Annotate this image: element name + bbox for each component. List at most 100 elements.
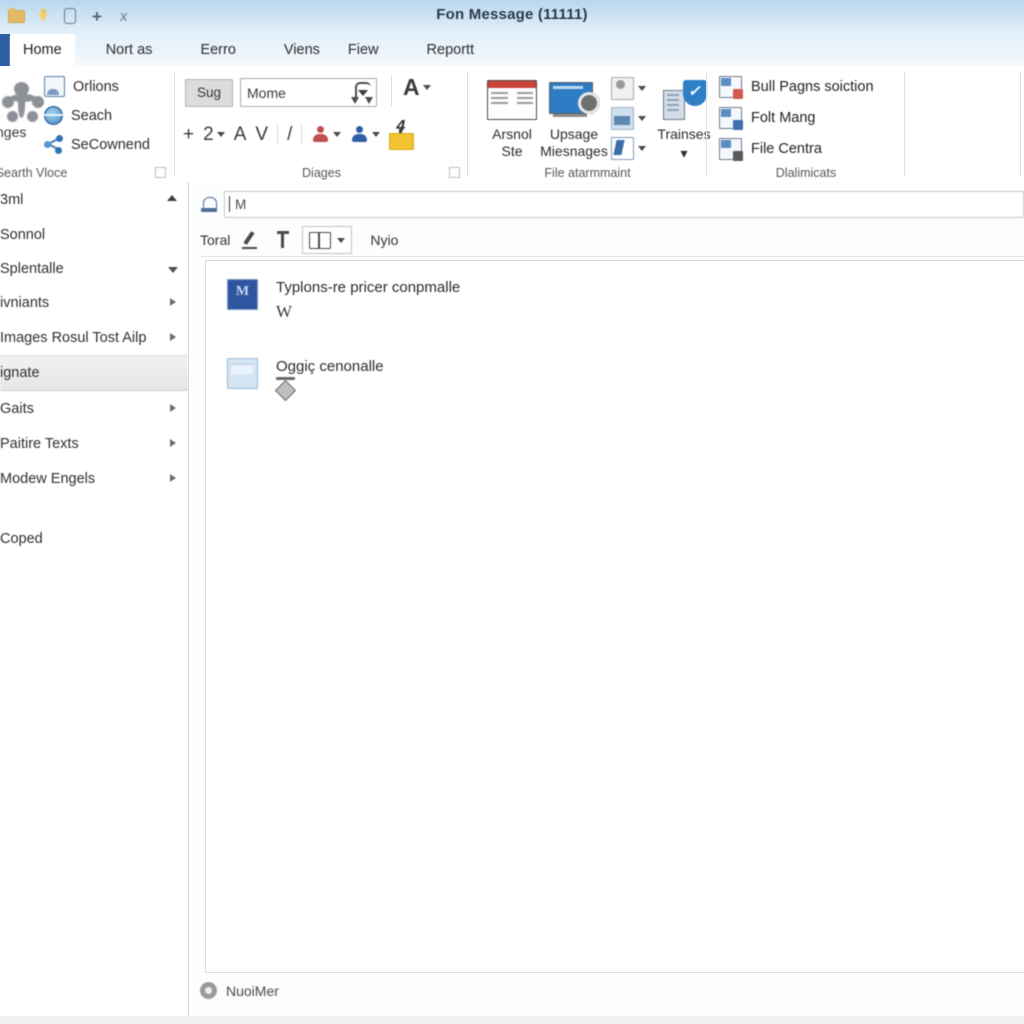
image-icon xyxy=(44,76,65,97)
letter-v-tool[interactable]: V xyxy=(255,125,268,144)
ribbon-item-label: Orlions xyxy=(73,78,119,95)
ribbon-item-secownend[interactable]: SeCownend xyxy=(44,132,150,157)
chevron-down-icon xyxy=(638,85,646,91)
tab-nort-as[interactable]: Nort as xyxy=(93,34,166,66)
ribbon-group-separator xyxy=(1020,72,1021,176)
chevron-right-icon[interactable] xyxy=(170,439,176,447)
sidebar-item-ignate[interactable]: ignate xyxy=(0,355,188,391)
chevron-right-icon[interactable] xyxy=(170,404,176,412)
dialog-launcher-icon[interactable] xyxy=(449,167,460,178)
pen-icon[interactable] xyxy=(242,230,264,250)
view-mode-label: Nyio xyxy=(370,232,399,248)
message-subject: Typlons-re pricer conpmalle xyxy=(276,279,461,296)
pen-person-button[interactable] xyxy=(611,136,646,160)
ribbon-item-folt-mang[interactable]: Folt Mang xyxy=(719,105,874,131)
number-two-label: 2 xyxy=(203,123,214,145)
letter-a-tool[interactable]: A xyxy=(234,125,247,144)
list-item[interactable]: Typlons-re pricer conpmalle W xyxy=(227,279,460,322)
sidebar-item-3ml[interactable]: 3ml xyxy=(0,182,188,218)
chevron-right-icon[interactable] xyxy=(170,333,176,341)
sidebar-item-sonnol[interactable]: Sonnol xyxy=(0,218,188,252)
network-nodes-icon[interactable] xyxy=(2,80,48,128)
sidebar-item-label: 3ml xyxy=(0,192,24,208)
status-bar: NuoiMer xyxy=(200,982,279,999)
view-mode-dropdown[interactable] xyxy=(302,226,353,254)
chevron-down-icon[interactable] xyxy=(168,267,178,273)
person-search-icon xyxy=(611,76,634,100)
plus-tool[interactable]: + xyxy=(183,125,194,144)
sidebar-item-paitire-texts[interactable]: Paitire Texts xyxy=(0,426,188,461)
sidebar-item-ivniants[interactable]: ivniants xyxy=(0,285,188,320)
tab-reportt[interactable]: Reportt xyxy=(414,34,488,66)
ribbon-inline-separator xyxy=(301,123,303,145)
badge-four-icon[interactable]: 4 xyxy=(389,118,415,150)
upsage-miesnages-button[interactable]: Upsage Miesnages xyxy=(536,74,612,160)
folder-thumbnail-icon xyxy=(227,358,258,389)
globe-icon xyxy=(44,106,63,125)
search-toolbar: M xyxy=(200,189,1024,220)
ribbon-group-searth-vloce: hges Orlions Seach SeCownend xyxy=(0,66,175,182)
sug-button[interactable]: Sug xyxy=(185,78,233,107)
message-subject: Oggiç cenonalle xyxy=(276,358,384,375)
chevron-up-icon[interactable] xyxy=(167,195,177,201)
sidebar-item-label: Sonnol xyxy=(0,227,46,243)
ribbon-bigbutton-label: hges xyxy=(0,124,27,140)
ribbon-group-file-atarmmaint: Arsnol Ste Upsage Miesnages ✓ Trainses ▾… xyxy=(468,66,711,182)
toral-label: Toral xyxy=(200,232,231,248)
application-window: + x Fon Message (11111) Home Nort as Eer… xyxy=(0,0,1024,1024)
ribbon-group-label: Diages xyxy=(302,166,341,180)
ribbon-item-bull-pagns-soiction[interactable]: Bull Pagns soiction xyxy=(719,74,874,100)
ribbon-item-seach[interactable]: Seach xyxy=(44,103,150,128)
pin-icon[interactable] xyxy=(276,230,290,250)
tab-fiew[interactable]: Fiew xyxy=(335,34,392,66)
chevron-right-icon[interactable] xyxy=(170,474,176,482)
sidebar-item-modew-engels[interactable]: Modew Engels xyxy=(0,461,188,496)
info-circle-icon xyxy=(200,982,217,999)
sort-arrows-icon[interactable] xyxy=(350,80,381,105)
ribbon-item-file-centra[interactable]: File Centra xyxy=(719,136,874,162)
sidebar-item-images-rosul-tost-ailp[interactable]: Images Rosul Tost Ailp xyxy=(0,320,188,355)
sidebar-item-coped[interactable]: Coped xyxy=(0,522,188,556)
person-search-button[interactable] xyxy=(611,76,646,100)
bell-icon[interactable] xyxy=(200,196,218,214)
person-blue-icon xyxy=(350,125,369,144)
grid-photo-button[interactable] xyxy=(611,106,646,130)
grid-photo-icon xyxy=(611,106,634,130)
sidebar-item-label: Splentalle xyxy=(0,260,64,277)
tab-home[interactable]: Home xyxy=(10,34,75,66)
list-item[interactable]: Oggiç cenonalle xyxy=(227,358,384,389)
sidebar-item-splentalle[interactable]: Splentalle xyxy=(0,252,188,285)
ribbon-group-separator xyxy=(904,72,905,176)
tab-viens[interactable]: Viens xyxy=(271,34,333,66)
tab-eerro[interactable]: Eerro xyxy=(187,34,248,66)
slash-tool[interactable]: / xyxy=(287,125,292,144)
sidebar-item-label: Images Rosul Tost Ailp xyxy=(0,329,147,346)
person-blue-button[interactable] xyxy=(350,125,381,144)
ribbon-inline-separator xyxy=(391,76,392,106)
ribbon-item-label: Seach xyxy=(71,107,113,124)
ribbon-item-label: File Centra xyxy=(751,141,822,157)
dialog-launcher-icon[interactable] xyxy=(155,167,166,178)
number-two-tool[interactable]: 2 xyxy=(203,125,225,144)
ribbon: hges Orlions Seach SeCownend xyxy=(0,66,1024,183)
sidebar-item-gaits[interactable]: Gaits xyxy=(0,391,188,426)
button-caption-line2: Ste xyxy=(501,143,523,159)
sidebar-item-label: Coped xyxy=(0,531,43,547)
title-bar: + x Fon Message (11111) xyxy=(0,0,1024,34)
chevron-down-icon xyxy=(333,131,342,137)
chevron-right-icon[interactable] xyxy=(170,298,176,306)
message-secondary: W xyxy=(276,302,293,321)
ribbon-item-label: Bull Pagns soiction xyxy=(751,79,874,95)
button-caption-line1: Arsnol xyxy=(492,126,532,142)
chevron-down-icon[interactable]: ▾ xyxy=(680,145,687,162)
chevron-down-icon xyxy=(216,131,225,137)
navigation-sidebar[interactable]: 3ml Sonnol Splentalle ivniants Images Ro… xyxy=(0,182,189,1024)
font-color-button[interactable]: A xyxy=(403,76,431,99)
ribbon-group-label: Dlalimicats xyxy=(775,166,837,180)
ribbon-group-label: File atarmmaint xyxy=(544,166,631,180)
content-pane: M Toral Nyio Typlons-re pricer conpmalle… xyxy=(189,182,1024,1024)
ribbon-item-orlions[interactable]: Orlions xyxy=(44,74,150,99)
message-list-panel[interactable]: Typlons-re pricer conpmalle W Oggiç ceno… xyxy=(205,260,1024,973)
search-input[interactable]: M xyxy=(224,191,1024,218)
person-red-button[interactable] xyxy=(311,125,342,144)
